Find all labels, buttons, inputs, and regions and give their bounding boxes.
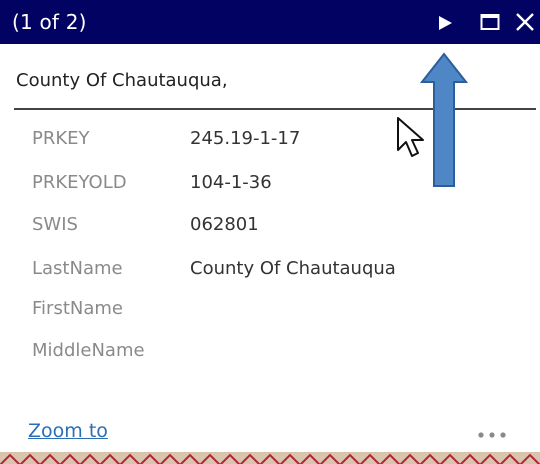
annotation-arrow	[420, 52, 468, 187]
more-actions-button[interactable]	[474, 428, 510, 440]
more-dots-icon	[478, 432, 506, 438]
attribute-key: PRKEYOLD	[32, 172, 127, 193]
maximize-button[interactable]	[480, 13, 500, 31]
maximize-icon	[480, 14, 500, 30]
popup-window: (1 of 2) County Of Chautauqua, PRKEY 245…	[0, 0, 540, 464]
close-icon	[516, 13, 534, 31]
attribute-key: SWIS	[32, 214, 78, 235]
next-feature-button[interactable]	[436, 14, 454, 32]
attribute-key: MiddleName	[32, 340, 145, 361]
close-button[interactable]	[514, 11, 536, 33]
zoom-to-link[interactable]: Zoom to	[28, 420, 108, 442]
map-background	[0, 452, 540, 464]
popup-title: (1 of 2)	[12, 10, 87, 34]
attribute-key: FirstName	[32, 298, 123, 319]
mouse-cursor-icon	[397, 117, 424, 157]
map-pattern	[0, 453, 540, 464]
feature-header-title: County Of Chautauqua,	[16, 70, 228, 91]
attribute-value: 062801	[190, 214, 259, 235]
attribute-value: 245.19-1-17	[190, 128, 301, 149]
attribute-value: 104-1-36	[190, 172, 272, 193]
attribute-key: PRKEY	[32, 128, 90, 149]
play-next-icon	[439, 16, 452, 30]
attribute-value: County Of Chautauqua	[190, 258, 396, 279]
attribute-key: LastName	[32, 258, 123, 279]
popup-title-bar: (1 of 2)	[0, 0, 540, 44]
